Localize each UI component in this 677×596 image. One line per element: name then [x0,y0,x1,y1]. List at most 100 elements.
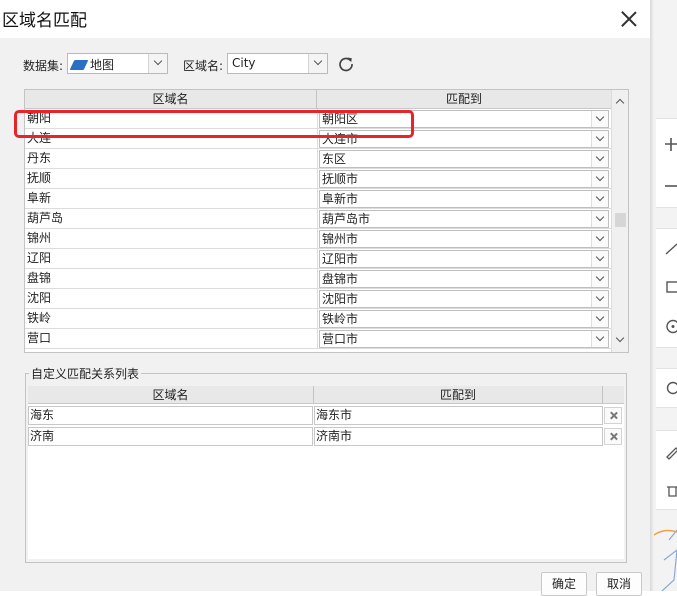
dataset-select[interactable]: 地图 [67,53,168,74]
dataset-value: 地图 [90,58,114,72]
map-icon [70,60,89,70]
table-row: 辽阳辽阳市 [25,249,611,269]
table-header: 区域名 匹配到 [28,386,624,404]
region-value: City [232,56,256,70]
match-value: 抚顺市 [322,171,358,187]
vertical-scrollbar[interactable] [611,90,628,352]
chevron-down-icon[interactable] [591,151,608,167]
chevron-down-icon[interactable] [591,251,608,267]
table-row: 抚顺抚顺市 [25,169,611,189]
chevron-down-icon[interactable] [591,171,608,187]
trash-icon[interactable] [664,483,677,498]
region-name: 阜新 [27,189,315,208]
match-select[interactable]: 东区 [319,150,609,168]
delete-icon[interactable] [604,428,622,445]
match-input[interactable]: 海东市 [314,406,603,425]
column-header-region: 区域名 [25,90,317,109]
match-select[interactable]: 抚顺市 [319,170,609,188]
region-name-input[interactable]: 济南 [28,427,313,446]
line-tool-icon[interactable] [664,241,677,256]
rectangle-tool-icon[interactable] [664,279,677,294]
column-header-match: 匹配到 [317,90,611,109]
region-name: 沈阳 [27,289,315,308]
match-select[interactable]: 营口市 [319,330,609,348]
dataset-label: 数据集: [23,57,63,74]
region-name: 铁岭 [27,309,315,328]
region-match-dialog: 区域名匹配 数据集: 地图 区域名: City 区域名 匹配到 朝阳朝阳区 大连… [0,0,654,591]
table-row: 丹东东区 [25,149,611,169]
plus-icon[interactable] [664,137,677,152]
chevron-down-icon[interactable] [148,54,167,73]
region-name-input[interactable]: 海东 [28,406,313,425]
circle-tool-icon[interactable] [664,319,677,334]
table-row: 阜新阜新市 [25,189,611,209]
region-field-select[interactable]: City [227,53,328,74]
match-select[interactable]: 沈阳市 [319,290,609,308]
match-value: 阜新市 [322,191,358,207]
custom-match-group: 自定义匹配关系列表 区域名 匹配到 海东 海东市 济南 济南市 [25,373,627,563]
draw-tools-panel [656,228,677,348]
match-value: 锦州市 [322,231,358,247]
chevron-down-icon[interactable] [308,54,327,73]
background-app-toolbar [654,0,677,591]
chevron-down-icon[interactable] [591,311,608,327]
ok-button[interactable]: 确定 [541,572,587,596]
match-value: 葫芦岛市 [322,211,370,227]
match-value: 辽阳市 [322,251,358,267]
region-name: 盘锦 [27,269,315,288]
match-select[interactable]: 阜新市 [319,190,609,208]
refresh-icon[interactable] [338,56,354,72]
match-value: 铁岭市 [322,311,358,327]
close-icon[interactable] [616,6,642,32]
chevron-down-icon[interactable] [591,131,608,147]
table-row: 铁岭铁岭市 [25,309,611,329]
scroll-up-icon[interactable] [612,94,629,110]
zoom-panel [656,118,677,208]
group-title: 自定义匹配关系列表 [29,365,141,382]
edit-panel [656,430,677,510]
match-value: 沈阳市 [322,291,358,307]
column-header-match: 匹配到 [314,386,603,404]
region-name: 抚顺 [27,169,315,188]
chevron-down-icon[interactable] [591,111,608,127]
match-value: 营口市 [322,331,358,347]
scrollbar-thumb[interactable] [615,213,626,227]
region-name: 丹东 [27,149,315,168]
title-bar: 区域名匹配 [0,0,650,38]
chevron-down-icon[interactable] [591,291,608,307]
match-select[interactable]: 盘锦市 [319,270,609,288]
chevron-down-icon[interactable] [591,331,608,347]
table-row: 盘锦盘锦市 [25,269,611,289]
lasso-icon[interactable] [664,381,677,396]
region-label: 区域名: [183,57,223,74]
table-body: 朝阳朝阳区 大连大连市 丹东东区 抚顺抚顺市 阜新阜新市 葫芦岛葫芦岛市 锦州锦… [25,109,611,349]
map-fragment [654,520,677,591]
region-name: 营口 [27,329,315,348]
dialog-title: 区域名匹配 [2,6,87,31]
chevron-down-icon[interactable] [591,191,608,207]
table-row: 营口营口市 [25,329,611,349]
delete-icon[interactable] [604,407,622,424]
table-row: 锦州锦州市 [25,229,611,249]
region-name: 锦州 [27,229,315,248]
match-select[interactable]: 铁岭市 [319,310,609,328]
highlight-box [14,110,414,138]
pencil-icon[interactable] [664,445,677,460]
match-select[interactable]: 葫芦岛市 [319,210,609,228]
match-select[interactable]: 辽阳市 [319,250,609,268]
region-name: 葫芦岛 [27,209,315,228]
cancel-button[interactable]: 取消 [596,572,642,596]
chevron-down-icon[interactable] [591,211,608,227]
chevron-down-icon[interactable] [591,231,608,247]
minus-icon[interactable] [664,179,677,194]
match-input[interactable]: 济南市 [314,427,603,446]
scroll-down-icon[interactable] [612,332,629,348]
match-select[interactable]: 锦州市 [319,230,609,248]
table-row: 沈阳沈阳市 [25,289,611,309]
match-value: 东区 [322,151,346,167]
table-row: 葫芦岛葫芦岛市 [25,209,611,229]
custom-match-table: 区域名 匹配到 海东 海东市 济南 济南市 [28,386,624,559]
chevron-down-icon[interactable] [591,271,608,287]
region-name: 辽阳 [27,249,315,268]
column-header-region: 区域名 [28,386,314,404]
